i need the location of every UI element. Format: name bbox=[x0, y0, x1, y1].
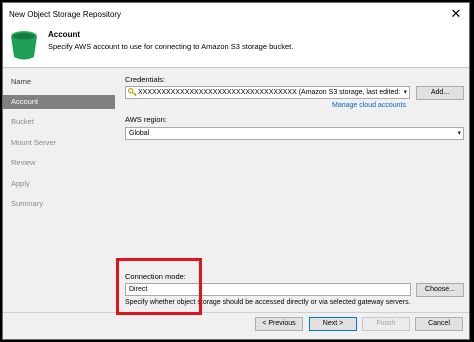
chevron-down-icon: ▾ bbox=[403, 89, 407, 96]
credentials-value: XXXXXXXXXXXXXXXXXXXXXXXXXXXXXXXXXX (Amaz… bbox=[138, 89, 401, 96]
region-value: Global bbox=[129, 130, 150, 137]
close-icon[interactable]: ✕ bbox=[447, 6, 465, 22]
step-summary: Summary bbox=[11, 199, 44, 208]
region-select[interactable]: Global ▾ bbox=[125, 127, 464, 140]
page-subtitle: Specify AWS account to use for connectin… bbox=[48, 42, 294, 51]
region-label: AWS region: bbox=[125, 115, 167, 124]
chevron-down-icon: ▾ bbox=[457, 130, 461, 137]
wizard-steps: Name Account Bucket Mount Server Review … bbox=[3, 67, 119, 311]
step-mount-server: Mount Server bbox=[11, 138, 57, 147]
key-icon bbox=[128, 88, 137, 97]
add-credentials-button[interactable]: Add... bbox=[416, 86, 464, 100]
credentials-label: Credentials: bbox=[125, 75, 166, 84]
step-bucket: Bucket bbox=[11, 117, 34, 126]
choose-connection-mode-button[interactable]: Choose... bbox=[416, 283, 464, 297]
step-account[interactable]: Account bbox=[3, 95, 115, 109]
manage-cloud-accounts-link[interactable]: Manage cloud accounts bbox=[332, 102, 406, 109]
step-review: Review bbox=[11, 158, 36, 167]
title-bar: New Object Storage Repository ✕ bbox=[3, 3, 469, 25]
previous-button[interactable]: < Previous bbox=[255, 317, 303, 331]
window-title: New Object Storage Repository bbox=[9, 10, 122, 19]
page-title: Account bbox=[48, 30, 80, 39]
highlight-box bbox=[116, 258, 202, 315]
credentials-select[interactable]: XXXXXXXXXXXXXXXXXXXXXXXXXXXXXXXXXX (Amaz… bbox=[125, 86, 410, 99]
next-button[interactable]: Next > bbox=[309, 317, 357, 331]
wizard-header: Account Specify AWS account to use for c… bbox=[3, 25, 469, 68]
wizard-window: New Object Storage Repository ✕ Account … bbox=[2, 2, 470, 340]
bucket-icon bbox=[11, 31, 37, 60]
footer-divider bbox=[3, 312, 469, 313]
step-apply: Apply bbox=[11, 179, 30, 188]
cancel-button[interactable]: Cancel bbox=[415, 317, 463, 331]
finish-button: Finish bbox=[362, 317, 410, 331]
step-name[interactable]: Name bbox=[3, 75, 115, 89]
